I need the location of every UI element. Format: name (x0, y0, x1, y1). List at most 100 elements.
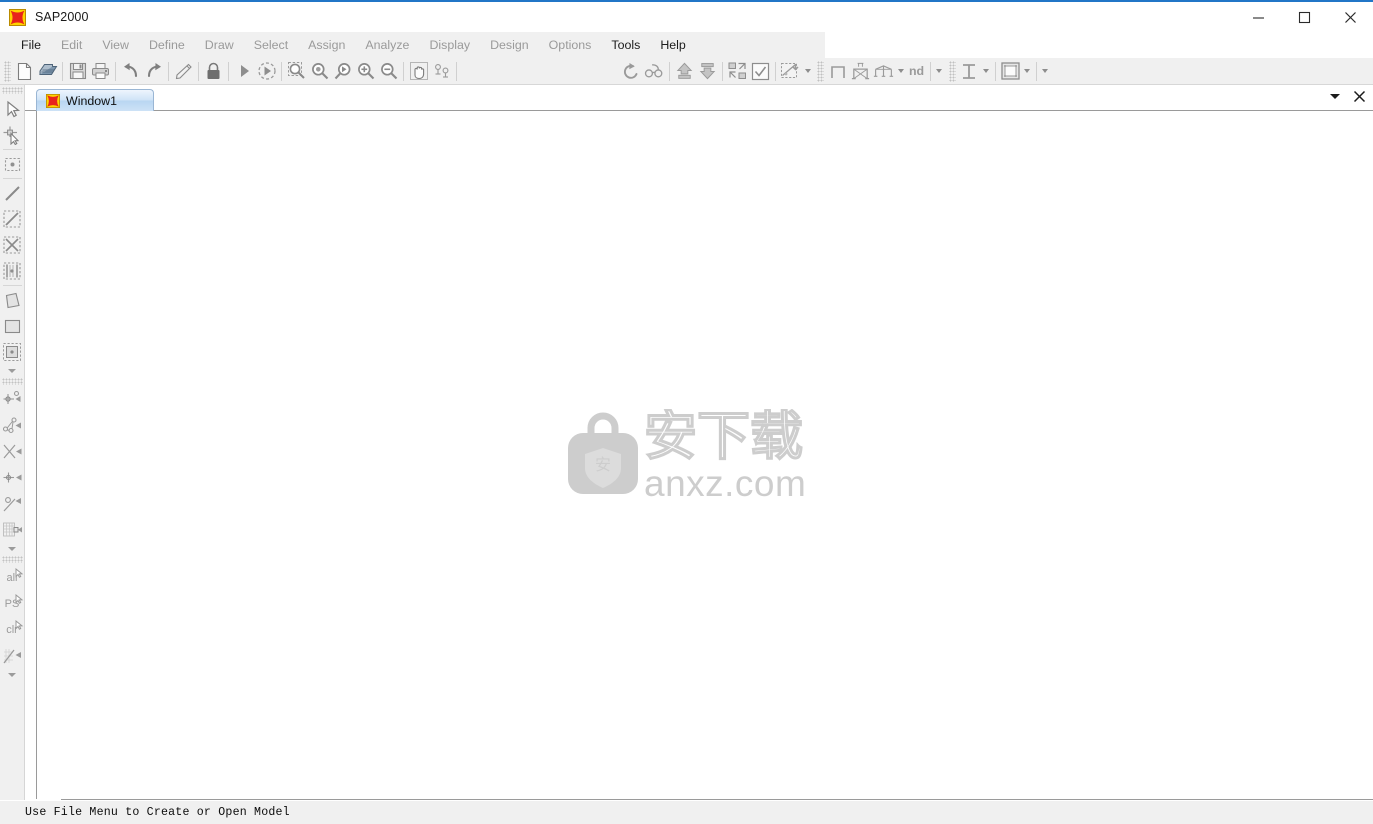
zoom-in-button[interactable] (354, 60, 377, 83)
view-tz-button[interactable] (580, 61, 600, 82)
select-all-tool[interactable]: all (1, 565, 24, 591)
toolbar-separator (775, 61, 776, 81)
get-previous-selection-tool[interactable]: PS (1, 591, 24, 617)
run-analysis-button[interactable] (232, 60, 255, 83)
i-beam-icon[interactable] (958, 60, 981, 83)
select-crossing-icon[interactable] (1, 439, 24, 465)
quick-draw-beams-icon[interactable] (1, 258, 24, 284)
left-toolbar-grip[interactable] (1, 87, 23, 94)
menu-item-design[interactable]: Design (480, 34, 539, 56)
nd-dropdown[interactable] (934, 60, 945, 82)
select-objects-icon[interactable] (726, 60, 749, 83)
menu-item-display[interactable]: Display (419, 34, 480, 56)
open-model-button[interactable] (36, 60, 59, 83)
extra-dropdown[interactable] (1040, 60, 1051, 82)
select-joint-icon[interactable] (1, 387, 24, 413)
frame-truss-dropdown[interactable] (895, 60, 906, 82)
draw-line-icon[interactable] (1, 180, 24, 206)
draw-rect-area-icon[interactable] (1, 313, 24, 339)
left-toolbar-grip[interactable] (1, 556, 23, 563)
deselect-icon[interactable] (1, 643, 24, 669)
view-xz-button[interactable] (500, 61, 520, 82)
left-toolbar-more-draw[interactable] (1, 365, 24, 377)
menu-item-define[interactable]: Define (139, 34, 195, 56)
clear-selection-tool[interactable]: clr (1, 617, 24, 643)
title-bar-left: SAP2000 (0, 8, 89, 26)
frame-truss-icon[interactable] (872, 60, 895, 83)
mdi-tab-list-dropdown[interactable] (1328, 87, 1342, 105)
close-button[interactable] (1327, 2, 1373, 32)
reshape-object-tool[interactable] (1, 122, 24, 148)
nd-button[interactable]: nd (906, 61, 927, 82)
print-button[interactable] (89, 60, 112, 83)
select-single-joint-icon[interactable] (1, 465, 24, 491)
run-animation-button[interactable] (255, 60, 278, 83)
set-select-mode-tool[interactable] (1, 96, 24, 122)
new-model-button[interactable] (13, 60, 36, 83)
move-up-in-list-button[interactable] (673, 60, 696, 83)
view-xy-button[interactable] (480, 61, 500, 82)
draw-poly-area-icon[interactable] (1, 287, 24, 313)
pan-button[interactable] (407, 60, 430, 83)
move-down-in-list-button[interactable] (696, 60, 719, 83)
save-button[interactable] (66, 60, 89, 83)
rubber-band-zoom-button[interactable] (285, 60, 308, 83)
chart-display-icon[interactable] (779, 60, 802, 83)
minimize-button[interactable] (1235, 2, 1281, 32)
frame-braced-icon[interactable] (849, 60, 872, 83)
menu-item-edit[interactable]: Edit (51, 34, 92, 56)
zoom-out-button[interactable] (377, 60, 400, 83)
svg-text:安: 安 (595, 455, 611, 474)
area-section-dropdown[interactable] (1022, 60, 1033, 82)
restore-full-view-button[interactable] (308, 60, 331, 83)
pencil-icon[interactable] (172, 60, 195, 83)
menu-item-file[interactable]: File (11, 34, 51, 56)
lock-model-button[interactable] (202, 60, 225, 83)
rotate-3d-view-button[interactable] (620, 60, 643, 83)
area-square-icon[interactable] (999, 60, 1022, 83)
view-nv-button[interactable] (600, 61, 620, 82)
mdi-close-window-button[interactable] (1351, 87, 1367, 105)
sap2000-star-icon (9, 8, 26, 26)
display-dropdown[interactable] (802, 60, 813, 82)
menu-item-draw[interactable]: Draw (195, 34, 244, 56)
draw-special-joint-tool[interactable] (1, 151, 24, 177)
set-display-options-button[interactable] (430, 60, 453, 83)
toolbar-grip[interactable] (817, 60, 824, 82)
menu-item-assign[interactable]: Assign (298, 34, 355, 56)
previous-zoom-button[interactable] (331, 60, 354, 83)
menu-item-tools[interactable]: Tools (601, 34, 650, 56)
menu-item-options[interactable]: Options (539, 34, 602, 56)
maximize-button[interactable] (1281, 2, 1327, 32)
undo-button[interactable] (119, 60, 142, 83)
menu-item-view[interactable]: View (92, 34, 139, 56)
toolbar-grip[interactable] (4, 60, 11, 82)
select-frame-icon[interactable] (1, 413, 24, 439)
quick-draw-brace-icon[interactable] (1, 232, 24, 258)
view-yz-button[interactable] (520, 61, 540, 82)
title-bar: SAP2000 (0, 0, 1373, 32)
view-rt-button[interactable] (540, 61, 560, 82)
shield-bag-icon: 安 (564, 412, 642, 498)
left-toolbar-more-select[interactable] (1, 543, 24, 555)
menu-item-help[interactable]: Help (650, 34, 695, 56)
quick-draw-frame-icon[interactable] (1, 206, 24, 232)
toolbar-grip[interactable] (948, 60, 956, 82)
mdi-tab-window1[interactable]: Window1 (36, 89, 154, 111)
checkbox-icon[interactable] (749, 60, 772, 83)
view-3d-button[interactable] (460, 61, 480, 82)
menu-item-select[interactable]: Select (244, 34, 298, 56)
select-intersect-icon[interactable] (1, 491, 24, 517)
glasses-icon[interactable] (643, 60, 666, 83)
window-title: SAP2000 (35, 10, 89, 24)
quick-draw-area-icon[interactable] (1, 339, 24, 365)
frame-bracket-icon[interactable] (826, 60, 849, 83)
select-grid-icon[interactable] (1, 517, 24, 543)
view-rz-button[interactable] (560, 61, 580, 82)
redo-button[interactable] (142, 60, 165, 83)
model-canvas[interactable]: 安 安下载 anxz.com (36, 111, 1373, 799)
frame-section-dropdown[interactable] (981, 60, 992, 82)
left-toolbar-more-actions[interactable] (1, 669, 24, 681)
menu-item-analyze[interactable]: Analyze (355, 34, 419, 56)
left-toolbar-grip[interactable] (1, 378, 23, 385)
